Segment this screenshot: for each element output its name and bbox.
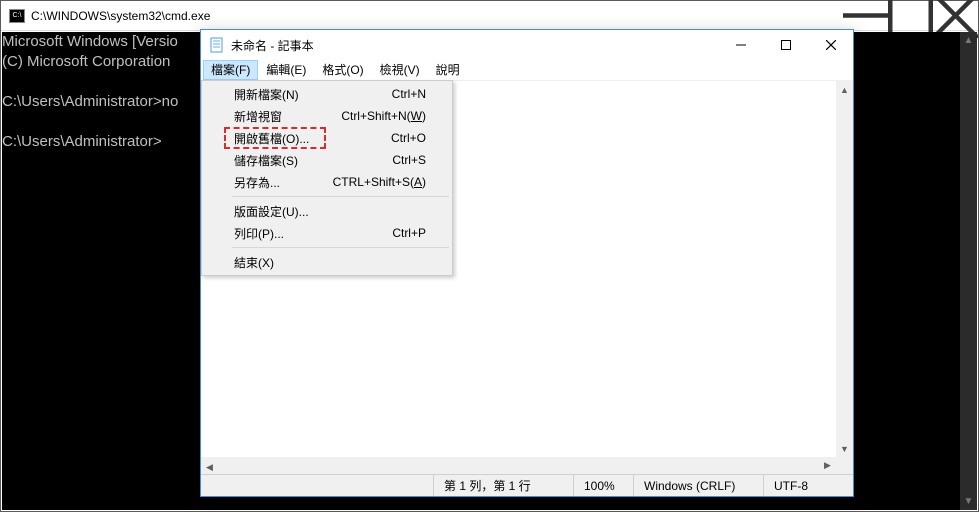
- scroll-up-icon[interactable]: ▲: [836, 81, 853, 98]
- menu-item-saveas[interactable]: 另存為... CTRL+Shift+S(A): [204, 171, 450, 193]
- menu-item-exit[interactable]: 結束(X): [204, 251, 450, 273]
- menu-item-page-setup[interactable]: 版面設定(U)...: [204, 200, 450, 222]
- notepad-statusbar: 第 1 列，第 1 行 100% Windows (CRLF) UTF-8: [201, 474, 853, 496]
- menu-item-new-window[interactable]: 新增視窗 Ctrl+Shift+N(W): [204, 105, 450, 127]
- menu-label: 儲存檔案(S): [234, 152, 392, 169]
- menu-label: 結束(X): [234, 254, 426, 271]
- menu-shortcut: Ctrl+P: [392, 226, 426, 240]
- cmd-scrollbar[interactable]: ▲ ▼: [960, 32, 977, 510]
- notepad-title: 未命名 - 記事本: [231, 37, 718, 54]
- menu-shortcut: CTRL+Shift+S(A): [333, 175, 426, 189]
- notepad-maximize-button[interactable]: [763, 30, 808, 60]
- file-menu-popup: 開新檔案(N) Ctrl+N 新增視窗 Ctrl+Shift+N(W) 開啟舊檔…: [201, 80, 453, 276]
- menu-shortcut: Ctrl+S: [392, 153, 426, 167]
- menu-format[interactable]: 格式(O): [314, 60, 371, 80]
- scroll-up-icon[interactable]: ▲: [960, 32, 977, 49]
- notepad-menubar: 檔案(F) 編輯(E) 格式(O) 檢視(V) 說明 開新檔案(N) Ctrl+…: [201, 60, 853, 80]
- cmd-maximize-button[interactable]: [888, 1, 933, 30]
- menu-item-new[interactable]: 開新檔案(N) Ctrl+N: [204, 83, 450, 105]
- menu-label: 開新檔案(N): [234, 86, 392, 103]
- menu-view[interactable]: 檢視(V): [372, 60, 428, 80]
- menu-edit[interactable]: 編輯(E): [258, 60, 314, 80]
- status-position: 第 1 列，第 1 行: [433, 475, 573, 496]
- scroll-down-icon[interactable]: ▼: [836, 440, 853, 457]
- menu-separator: [232, 196, 449, 197]
- cmd-titlebar[interactable]: C:\ C:\WINDOWS\system32\cmd.exe: [1, 1, 978, 31]
- notepad-titlebar[interactable]: 未命名 - 記事本: [201, 30, 853, 60]
- scroll-right-icon[interactable]: ▶: [819, 457, 836, 474]
- menu-item-open[interactable]: 開啟舊檔(O)... Ctrl+O: [204, 127, 450, 149]
- menu-item-save[interactable]: 儲存檔案(S) Ctrl+S: [204, 149, 450, 171]
- menu-shortcut: Ctrl+N: [392, 87, 426, 101]
- scroll-corner: [836, 457, 853, 474]
- menu-separator: [232, 247, 449, 248]
- notepad-icon: [209, 37, 225, 53]
- menu-file[interactable]: 檔案(F): [203, 60, 258, 80]
- menu-label: 列印(P)...: [234, 225, 392, 242]
- status-zoom: 100%: [573, 475, 633, 496]
- menu-item-print[interactable]: 列印(P)... Ctrl+P: [204, 222, 450, 244]
- menu-label: 新增視窗: [234, 108, 341, 125]
- notepad-close-button[interactable]: [808, 30, 853, 60]
- cmd-icon: C:\: [9, 9, 25, 23]
- menu-label: 開啟舊檔(O)...: [234, 130, 391, 147]
- menu-label: 另存為...: [234, 174, 333, 191]
- menu-shortcut: Ctrl+Shift+N(W): [341, 109, 426, 123]
- notepad-window: 未命名 - 記事本 檔案(F) 編輯(E) 格式(O) 檢視(V) 說明 開新檔…: [200, 29, 854, 497]
- menu-label: 版面設定(U)...: [234, 203, 426, 220]
- cmd-close-button[interactable]: [933, 1, 978, 30]
- notepad-vscrollbar[interactable]: ▲ ▼: [836, 81, 853, 457]
- status-encoding: UTF-8: [763, 475, 853, 496]
- menu-shortcut: Ctrl+O: [391, 131, 426, 145]
- cmd-title: C:\WINDOWS\system32\cmd.exe: [31, 9, 843, 23]
- cmd-minimize-button[interactable]: [843, 1, 888, 30]
- status-line-ending: Windows (CRLF): [633, 475, 763, 496]
- notepad-hscrollbar[interactable]: ◀ ▶: [201, 457, 836, 474]
- scroll-down-icon[interactable]: ▼: [960, 493, 977, 510]
- notepad-minimize-button[interactable]: [718, 30, 763, 60]
- menu-help[interactable]: 說明: [428, 60, 468, 80]
